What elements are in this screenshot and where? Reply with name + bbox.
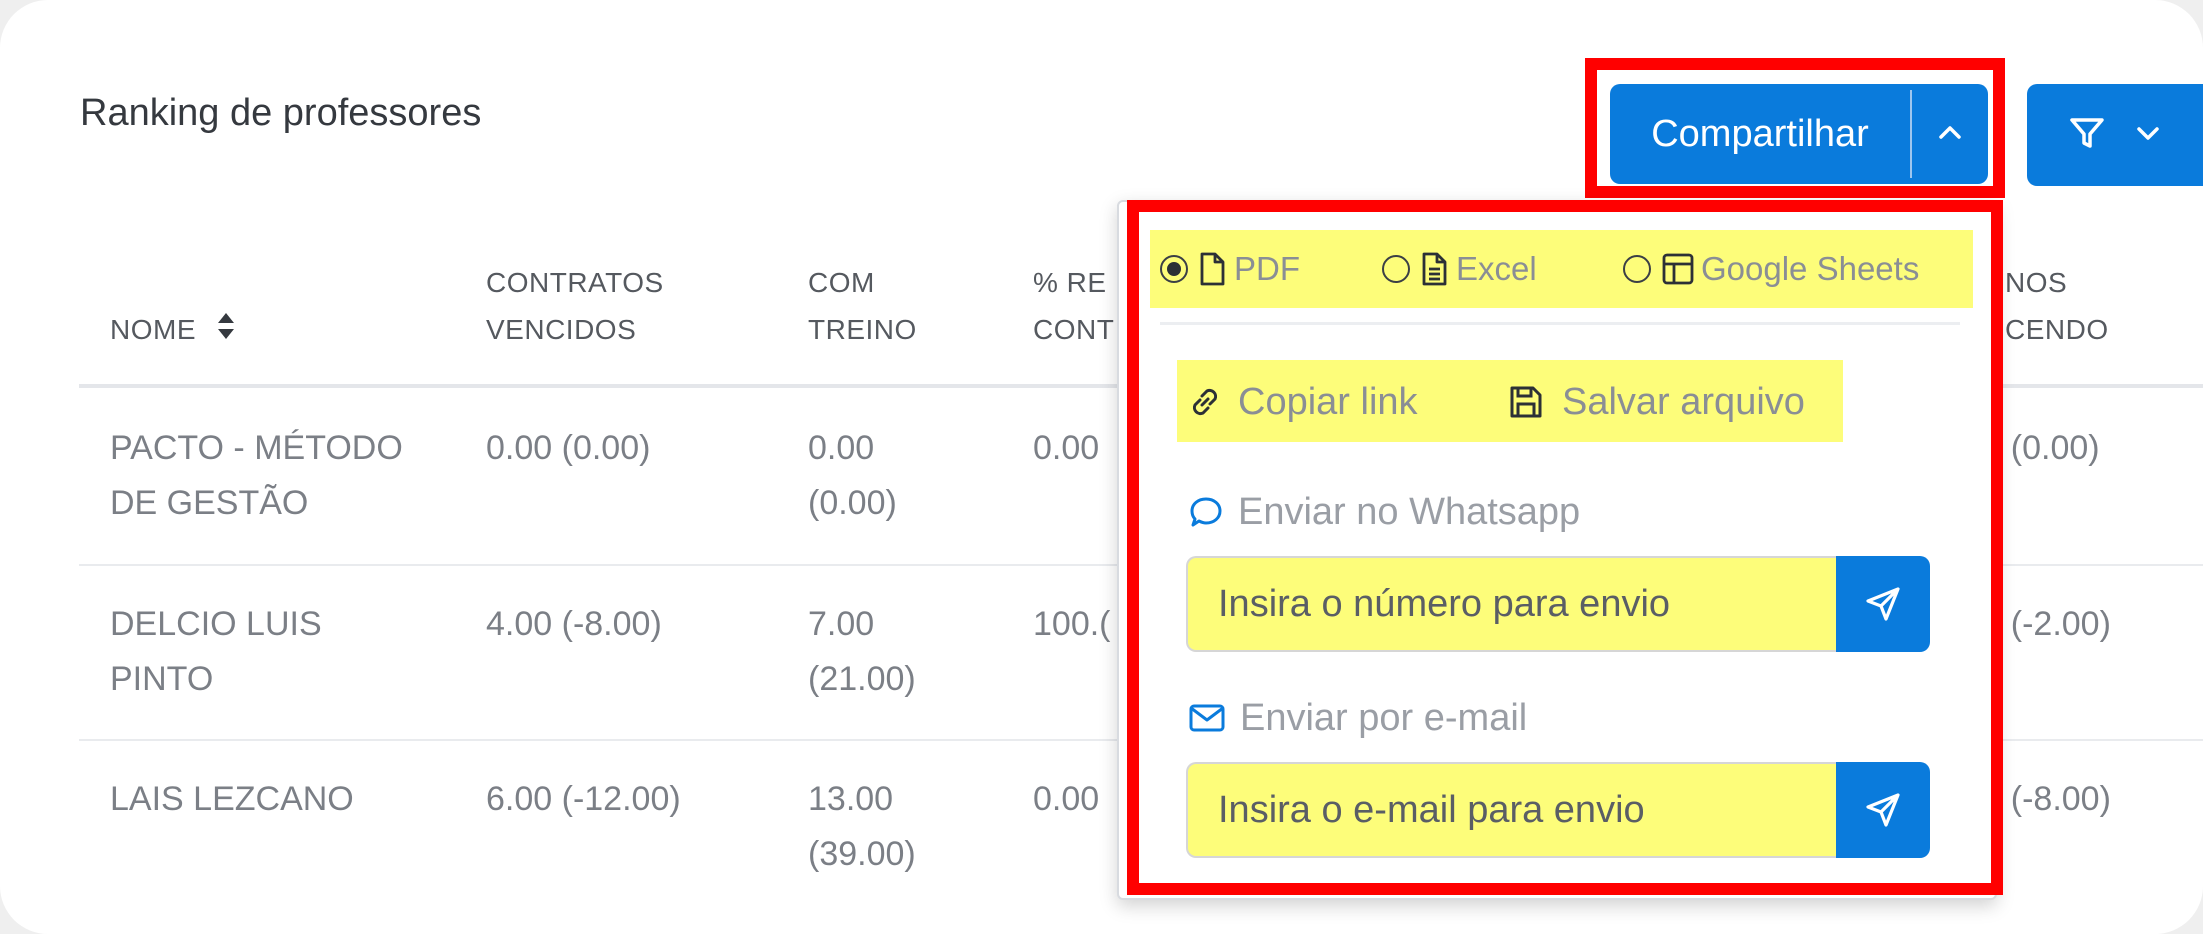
column-header-vencendo[interactable]: NOS CENDO bbox=[2005, 259, 2109, 353]
table-cell: 0.00 (0.00) bbox=[808, 421, 897, 531]
radio-selected[interactable] bbox=[1160, 255, 1188, 283]
share-button-group: Compartilhar bbox=[1610, 84, 1988, 184]
whatsapp-input-group: Insira o número para envio bbox=[1186, 556, 1930, 652]
table-icon bbox=[1661, 252, 1695, 286]
save-file-label: Salvar arquivo bbox=[1562, 380, 1805, 423]
cell-line: DE GESTÃO bbox=[110, 484, 309, 522]
table-cell: ) (-8.00) bbox=[1990, 780, 2111, 818]
format-option-pdf[interactable]: PDF bbox=[1160, 246, 1300, 292]
column-header-line: TREINO bbox=[808, 314, 917, 345]
column-header-contratos-vencidos[interactable]: CONTRATOS VENCIDOS bbox=[486, 259, 664, 353]
column-header-percent[interactable]: % RE CONT bbox=[1033, 259, 1114, 353]
table-cell: 4.00 (-8.00) bbox=[486, 605, 662, 643]
send-icon bbox=[1863, 584, 1903, 624]
menu-divider bbox=[1160, 322, 1960, 325]
radio-unselected[interactable] bbox=[1382, 255, 1410, 283]
email-label: Enviar por e-mail bbox=[1240, 696, 1528, 739]
cell-line: (21.00) bbox=[808, 660, 916, 698]
save-icon bbox=[1508, 384, 1544, 420]
table-cell: 0.00 bbox=[1033, 429, 1100, 467]
chevron-down-icon bbox=[2135, 124, 2161, 147]
copy-link-button[interactable]: Copiar link bbox=[1186, 374, 1418, 430]
save-file-button[interactable]: Salvar arquivo bbox=[1508, 374, 1805, 430]
mail-icon bbox=[1188, 703, 1226, 733]
cell-line: PACTO - MÉTODO bbox=[110, 429, 403, 467]
format-label: Excel bbox=[1456, 250, 1537, 287]
table-cell: 100.( bbox=[1033, 605, 1111, 643]
link-icon bbox=[1186, 383, 1224, 421]
filter-button[interactable] bbox=[2027, 84, 2203, 186]
column-header-line: % RE bbox=[1033, 267, 1107, 298]
column-header-line: CENDO bbox=[2005, 314, 2109, 345]
whatsapp-send-button[interactable] bbox=[1836, 556, 1930, 652]
format-label: Google Sheets bbox=[1701, 250, 1920, 287]
table-cell: 0.00 bbox=[1033, 780, 1100, 818]
cell-line: LAIS LEZCANO bbox=[110, 780, 354, 818]
table-cell: 6.00 (-12.00) bbox=[486, 780, 681, 818]
column-header-line: COM bbox=[808, 267, 875, 298]
format-label: PDF bbox=[1234, 250, 1300, 287]
copy-link-label: Copiar link bbox=[1238, 380, 1418, 423]
column-header-line: CONTRATOS bbox=[486, 267, 664, 298]
table-cell: 0.00 (0.00) bbox=[486, 429, 651, 467]
column-header-line: NOS bbox=[2005, 267, 2068, 298]
file-text-icon bbox=[1420, 252, 1448, 286]
page-title: Ranking de professores bbox=[80, 92, 482, 134]
whatsapp-label: Enviar no Whatsapp bbox=[1238, 490, 1581, 533]
cell-line: 13.00 bbox=[808, 780, 894, 818]
email-input[interactable]: Insira o e-mail para envio bbox=[1186, 762, 1836, 858]
format-option-excel[interactable]: Excel bbox=[1382, 246, 1537, 292]
cell-line: DELCIO LUIS bbox=[110, 605, 322, 643]
column-header-label: NOME bbox=[110, 314, 196, 345]
table-cell-nome: LAIS LEZCANO bbox=[110, 772, 354, 827]
file-icon bbox=[1198, 252, 1226, 286]
filter-icon bbox=[2067, 113, 2107, 158]
report-card: Ranking de professores NOME CONTRATOS VE… bbox=[0, 0, 2203, 934]
table-cell-nome: PACTO - MÉTODO DE GESTÃO bbox=[110, 421, 403, 531]
cell-line: 0.00 bbox=[808, 429, 875, 467]
table-cell: ) (0.00) bbox=[1990, 429, 2100, 467]
whatsapp-number-input[interactable]: Insira o número para envio bbox=[1186, 556, 1836, 652]
format-option-google-sheets[interactable]: Google Sheets bbox=[1623, 246, 1919, 292]
share-toggle-button[interactable] bbox=[1912, 84, 1988, 184]
table-cell: ) (-2.00) bbox=[1990, 605, 2111, 643]
column-header-com-treino[interactable]: COM TREINO bbox=[808, 259, 917, 353]
table-cell: 13.00 (39.00) bbox=[808, 772, 916, 882]
share-button[interactable]: Compartilhar bbox=[1610, 84, 1910, 184]
chevron-up-icon bbox=[1937, 123, 1963, 146]
table-cell-nome: DELCIO LUIS PINTO bbox=[110, 597, 322, 707]
column-header-line: VENCIDOS bbox=[486, 314, 637, 345]
whatsapp-section-label: Enviar no Whatsapp bbox=[1188, 484, 1580, 540]
column-header-nome[interactable]: NOME bbox=[110, 306, 236, 355]
chat-icon bbox=[1188, 494, 1224, 530]
send-icon bbox=[1863, 790, 1903, 830]
radio-unselected[interactable] bbox=[1623, 255, 1651, 283]
cell-line: 7.00 bbox=[808, 605, 875, 643]
column-header-line: CONT bbox=[1033, 314, 1115, 345]
email-input-group: Insira o e-mail para envio bbox=[1186, 762, 1930, 858]
email-section-label: Enviar por e-mail bbox=[1188, 690, 1527, 746]
cell-line: (39.00) bbox=[808, 835, 916, 873]
sort-icon[interactable] bbox=[216, 308, 236, 355]
email-send-button[interactable] bbox=[1836, 762, 1930, 858]
cell-line: PINTO bbox=[110, 660, 214, 698]
cell-line: (0.00) bbox=[808, 484, 897, 522]
table-cell: 7.00 (21.00) bbox=[808, 597, 916, 707]
